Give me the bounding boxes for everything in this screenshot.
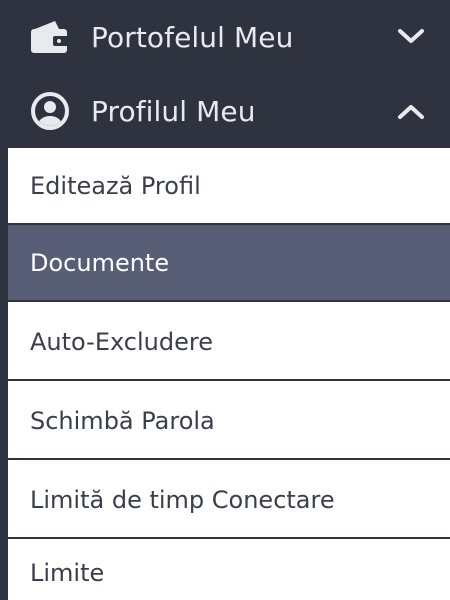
menu-section-label: Portofelul Meu [91, 20, 294, 54]
submenu-item-label: Editează Profil [30, 171, 201, 200]
submenu-item-label: Limită de timp Conectare [30, 485, 335, 514]
submenu-item-label: Limite [30, 559, 105, 587]
submenu-item-label: Documente [30, 248, 170, 277]
account-menu: Portofelul Meu Profilul Meu Editează Pro… [0, 0, 450, 600]
wallet-icon [27, 14, 73, 60]
submenu-item-session-time-limit[interactable]: Limită de timp Conectare [8, 462, 450, 539]
user-circle-icon [27, 88, 73, 134]
submenu-item-self-exclusion[interactable]: Auto-Excludere [8, 304, 450, 381]
menu-section-wallet[interactable]: Portofelul Meu [0, 0, 450, 74]
submenu-item-documents[interactable]: Documente [8, 225, 450, 302]
menu-section-profile[interactable]: Profilul Meu [0, 74, 450, 148]
submenu-item-label: Schimbă Parola [30, 406, 215, 435]
submenu-item-change-password[interactable]: Schimbă Parola [8, 383, 450, 460]
chevron-up-icon[interactable] [394, 94, 428, 128]
submenu-item-limits[interactable]: Limite [8, 541, 450, 600]
profile-submenu: Editează Profil Documente Auto-Excludere… [8, 148, 450, 600]
chevron-down-icon[interactable] [394, 20, 428, 54]
submenu-item-label: Auto-Excludere [30, 327, 213, 356]
submenu-item-edit-profile[interactable]: Editează Profil [8, 148, 450, 225]
menu-section-label: Profilul Meu [91, 94, 256, 128]
